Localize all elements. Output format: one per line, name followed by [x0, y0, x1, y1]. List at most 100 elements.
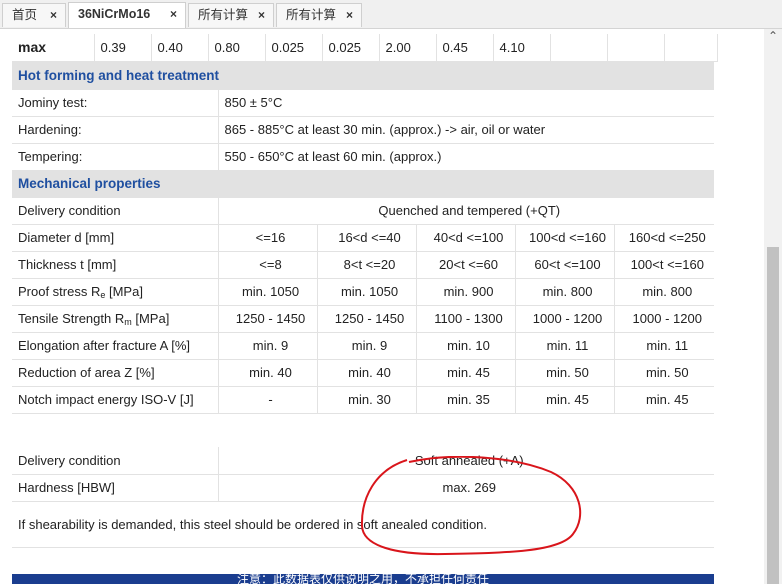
- table-cell: 0.45: [436, 34, 494, 62]
- table-cell: min. 800: [614, 278, 715, 306]
- table-cell: 0.025: [265, 34, 323, 62]
- section-header: Mechanical properties: [12, 170, 715, 198]
- tab-bar: 首页 × 36NiCrMo16 × 所有计算 × 所有计算 ×: [0, 0, 782, 29]
- close-icon[interactable]: ×: [346, 4, 353, 26]
- composition-table: max 0.39 0.40 0.80 0.025 0.025 2.00 0.45…: [12, 34, 718, 62]
- table-row: Thickness t [mm] <=8 8<t <=20 20<t <=60 …: [12, 251, 715, 279]
- close-icon[interactable]: ×: [50, 4, 57, 26]
- table-cell: [664, 34, 718, 62]
- table-row: Proof stress Re [MPa] min. 1050 min. 105…: [12, 278, 715, 306]
- table-cell: 20<t <=60: [416, 251, 516, 279]
- table-row: Reduction of area Z [%] min. 40 min. 40 …: [12, 359, 715, 387]
- close-icon[interactable]: ×: [258, 4, 265, 26]
- row-label: Tensile Strength Rm [MPa]: [12, 305, 219, 333]
- table-cell: [607, 34, 665, 62]
- row-label: Proof stress Re [MPa]: [12, 278, 219, 306]
- scroll-thumb[interactable]: [767, 247, 779, 584]
- row-label: Notch impact energy ISO-V [J]: [12, 386, 219, 414]
- row-label: Hardness [HBW]: [12, 474, 219, 502]
- table-row: Elongation after fracture A [%] min. 9 m…: [12, 332, 715, 360]
- table-cell: min. 45: [515, 386, 615, 414]
- table-cell: min. 40: [317, 359, 417, 387]
- table-row: Hardening: 865 - 885°C at least 30 min. …: [12, 116, 715, 144]
- table-cell: min. 40: [218, 359, 318, 387]
- table-cell: 1250 - 1450: [218, 305, 318, 333]
- section-title-mechanical: Mechanical properties: [12, 170, 715, 198]
- table-cell: min. 50: [614, 359, 715, 387]
- tab-label: 36NiCrMo16: [78, 7, 151, 21]
- vertical-scrollbar[interactable]: ⌃: [764, 29, 782, 584]
- table-row: Delivery condition Quenched and tempered…: [12, 197, 715, 225]
- disclaimer-bar: 注意：此数据表仅供说明之用，不承担任何责任: [12, 574, 714, 584]
- disclaimer-text: 注意：此数据表仅供说明之用，不承担任何责任: [236, 574, 489, 584]
- table-cell: <=8: [218, 251, 318, 279]
- table-cell: min. 11: [614, 332, 715, 360]
- table-row: Tensile Strength Rm [MPa] 1250 - 1450 12…: [12, 305, 715, 333]
- table-row: Tempering: 550 - 650°C at least 60 min. …: [12, 143, 715, 171]
- tab-all-calculations-2[interactable]: 所有计算 ×: [276, 3, 362, 27]
- row-label: Delivery condition: [12, 197, 219, 225]
- tab-home[interactable]: 首页 ×: [2, 3, 66, 27]
- table-cell: 100<t <=160: [614, 251, 715, 279]
- row-label: Delivery condition: [12, 447, 219, 475]
- table-cell: min. 10: [416, 332, 516, 360]
- section-title-hot-forming: Hot forming and heat treatment: [12, 62, 715, 90]
- table-cell: min. 45: [416, 359, 516, 387]
- tab-36nicrmo16[interactable]: 36NiCrMo16 ×: [68, 2, 186, 28]
- table-cell: 60<t <=100: [515, 251, 615, 279]
- table-cell: min. 9: [317, 332, 417, 360]
- table-cell: 0.80: [208, 34, 266, 62]
- table-cell: -: [218, 386, 318, 414]
- table-cell: min. 45: [614, 386, 715, 414]
- tab-label: 所有计算: [198, 8, 249, 22]
- table-cell: min. 11: [515, 332, 615, 360]
- table-cell: 100<d <=160: [515, 224, 615, 252]
- row-label: Diameter d [mm]: [12, 224, 219, 252]
- table-cell: min. 1050: [218, 278, 318, 306]
- row-label: Thickness t [mm]: [12, 251, 219, 279]
- table-cell: min. 800: [515, 278, 615, 306]
- table-cell: min. 30: [317, 386, 417, 414]
- label-unit: [MPa]: [105, 283, 143, 299]
- table-cell: 0.025: [322, 34, 380, 62]
- table-cell: 0.40: [151, 34, 209, 62]
- table-cell: 4.10: [493, 34, 551, 62]
- table-cell: 160<d <=250: [614, 224, 715, 252]
- table-cell: [550, 34, 608, 62]
- tab-all-calculations-1[interactable]: 所有计算 ×: [188, 3, 274, 27]
- row-label: Tempering:: [12, 143, 219, 171]
- table-cell: min. 900: [416, 278, 516, 306]
- table-row: Diameter d [mm] <=16 16<d <=40 40<d <=10…: [12, 224, 715, 252]
- section-header: Hot forming and heat treatment: [12, 62, 715, 90]
- label-text: Proof stress R: [18, 283, 101, 299]
- tab-label: 首页: [12, 8, 38, 22]
- table-cell: 8<t <=20: [317, 251, 417, 279]
- row-label: max: [12, 34, 95, 62]
- label-text: Tensile Strength R: [18, 310, 125, 326]
- table-cell: min. 35: [416, 386, 516, 414]
- table-cell: min. 1050: [317, 278, 417, 306]
- table-row: Jominy test: 850 ± 5°C: [12, 89, 715, 117]
- table-cell: <=16: [218, 224, 318, 252]
- scroll-up-arrow-icon[interactable]: ⌃: [764, 29, 782, 45]
- table-cell: 40<d <=100: [416, 224, 516, 252]
- table-cell: 2.00: [379, 34, 437, 62]
- table-cell: 0.39: [94, 34, 152, 62]
- properties-table: Hot forming and heat treatment Jominy te…: [12, 62, 715, 414]
- content-area: max 0.39 0.40 0.80 0.025 0.025 2.00 0.45…: [0, 29, 764, 584]
- row-label: Jominy test:: [12, 89, 219, 117]
- red-circle-annotation: [360, 456, 582, 556]
- row-value: 550 - 650°C at least 60 min. (approx.): [218, 143, 715, 171]
- row-label: Hardening:: [12, 116, 219, 144]
- table-cell: 1000 - 1200: [614, 305, 715, 333]
- table-row: max 0.39 0.40 0.80 0.025 0.025 2.00 0.45…: [12, 34, 718, 62]
- table-cell: 16<d <=40: [317, 224, 417, 252]
- close-icon[interactable]: ×: [170, 3, 177, 25]
- table-cell: 1100 - 1300: [416, 305, 516, 333]
- table-row: Notch impact energy ISO-V [J] - min. 30 …: [12, 386, 715, 414]
- table-cell: 1250 - 1450: [317, 305, 417, 333]
- row-value: 865 - 885°C at least 30 min. (approx.) -…: [218, 116, 715, 144]
- delivery-condition-value: Quenched and tempered (+QT): [218, 197, 715, 225]
- label-unit: [MPa]: [131, 310, 170, 326]
- label-subscript: m: [124, 316, 132, 327]
